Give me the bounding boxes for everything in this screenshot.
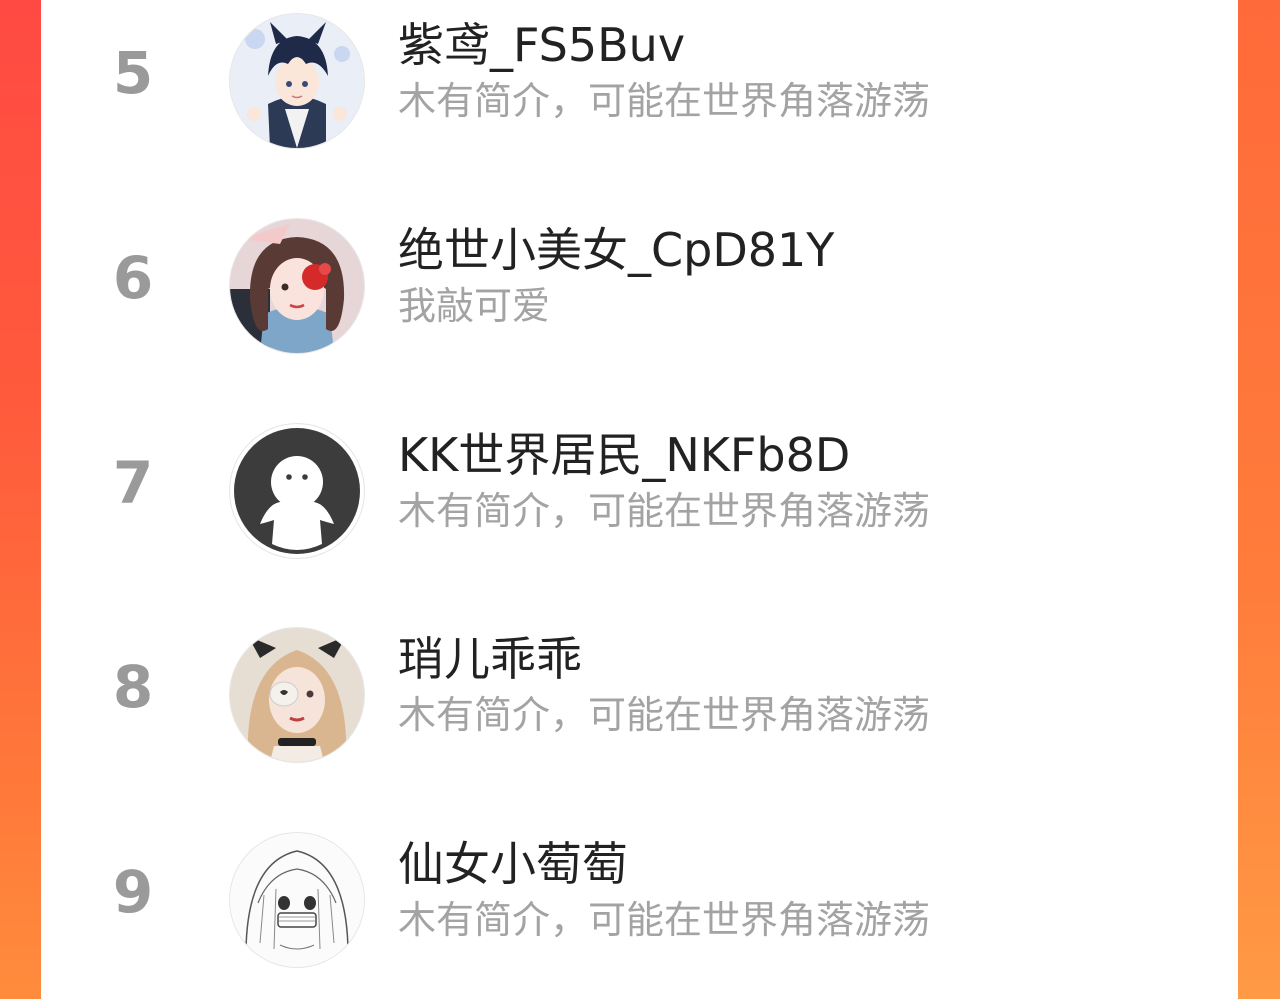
user-name: 仙女小萄萄 [398, 837, 628, 891]
avatar[interactable] [230, 628, 364, 762]
anime-girl-red-flower-avatar-icon [230, 219, 364, 353]
leaderboard-row[interactable]: 5 紫鸢_FS5Buv 木有简介，可能在世界角落游荡 [41, 2, 1238, 162]
rank-number: 9 [112, 858, 154, 926]
avatar[interactable] [230, 833, 364, 967]
rank-number: 5 [112, 39, 154, 107]
sketch-girl-avatar-icon [230, 833, 364, 967]
user-name: 琑儿乖乖 [398, 632, 582, 686]
rank-number: 6 [112, 244, 154, 312]
rank-number: 8 [112, 653, 154, 721]
user-name: KK世界居民_NKFb8D [398, 428, 851, 482]
leaderboard-row[interactable]: 7 KK世界居民_NKFb8D 木有简介，可能在世界角落游荡 [41, 412, 1238, 572]
leaderboard-row[interactable]: 8 琑儿乖乖 木有简介，可能在世界角落游荡 [41, 616, 1238, 776]
user-bio: 木有简介，可能在世界角落游荡 [398, 79, 931, 123]
avatar[interactable] [230, 424, 364, 558]
avatar[interactable] [230, 219, 364, 353]
user-bio: 木有简介，可能在世界角落游荡 [398, 693, 931, 737]
user-name: 紫鸢_FS5Buv [398, 18, 686, 72]
user-bio: 我敲可爱 [398, 284, 551, 328]
default-ghost-avatar-icon [230, 424, 364, 558]
user-bio: 木有简介，可能在世界角落游荡 [398, 489, 931, 533]
rank-number: 7 [112, 449, 154, 517]
girl-eyepatch-avatar-icon [230, 628, 364, 762]
leaderboard-row[interactable]: 9 仙女小萄萄 木有简介，可能在世界角落游荡 [41, 821, 1238, 981]
leaderboard-row[interactable]: 6 绝世小美女_CpD81Y 我敲可爱 [41, 207, 1238, 367]
user-bio: 木有简介，可能在世界角落游荡 [398, 898, 931, 942]
page-background: 5 紫鸢_FS5Buv 木有简介，可能在世界角落游荡 6 绝世小美女_CpD81… [0, 0, 1280, 999]
user-name: 绝世小美女_CpD81Y [398, 223, 835, 277]
anime-boy-avatar-icon [230, 14, 364, 148]
avatar[interactable] [230, 14, 364, 148]
leaderboard-card: 5 紫鸢_FS5Buv 木有简介，可能在世界角落游荡 6 绝世小美女_CpD81… [41, 0, 1238, 999]
